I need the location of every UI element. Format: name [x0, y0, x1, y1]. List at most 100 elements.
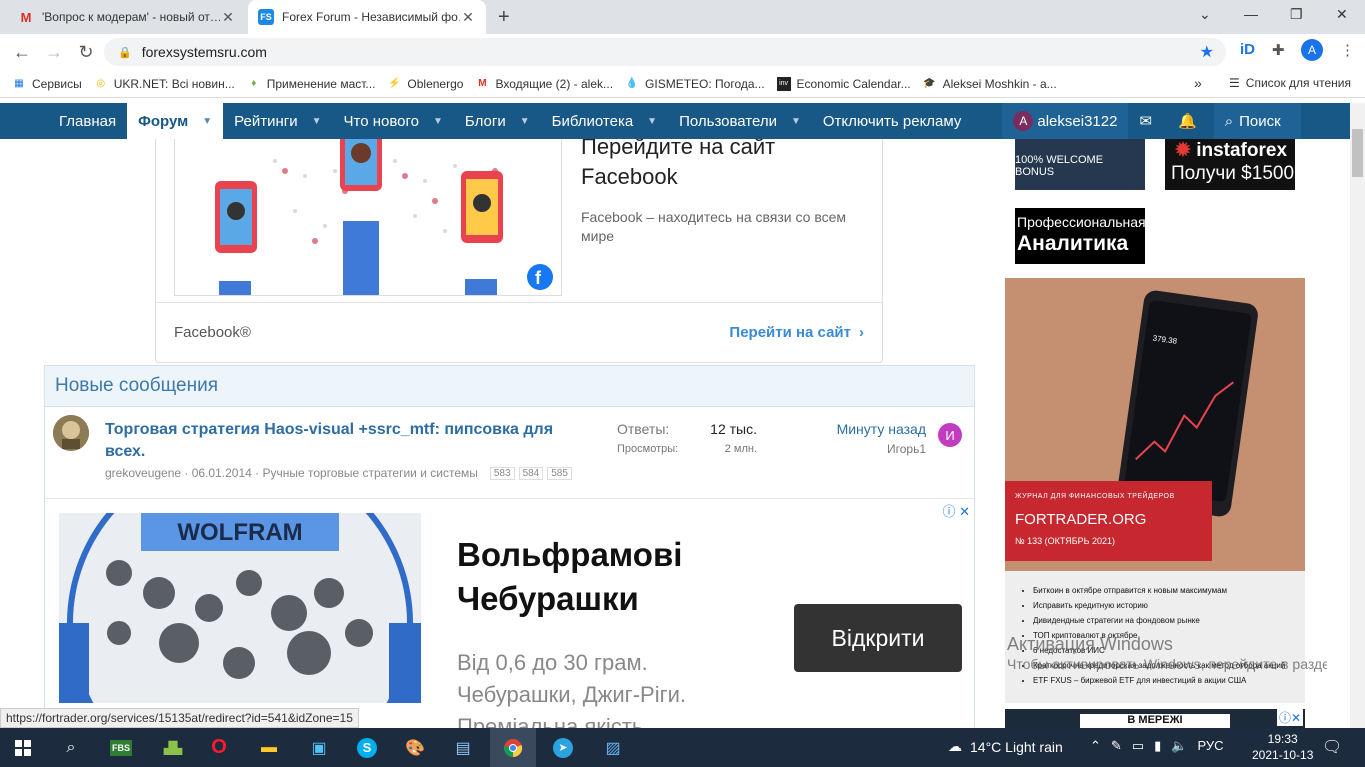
adchoices-icon[interactable]: ⓘ ✕ — [942, 501, 970, 520]
fbs-app-icon[interactable]: FBS — [98, 728, 144, 767]
bottom-right-ad[interactable]: В МЕРЕЖІ ⓘ✕ — [1005, 709, 1305, 728]
weather-widget[interactable]: ☁ 14°C Light rain — [948, 738, 1063, 755]
nav-home[interactable]: Главная — [48, 103, 127, 139]
bookmark-economic-calendar[interactable]: inv Economic Calendar... — [776, 76, 911, 91]
latest-time-link[interactable]: Минуту назад — [837, 419, 926, 439]
show-hidden-icons-icon[interactable]: ⌃ — [1090, 738, 1101, 754]
latest-user-avatar[interactable]: И — [938, 423, 962, 447]
scrollbar-thumb[interactable] — [1352, 129, 1363, 177]
menu-kebab-icon[interactable]: ⋮ — [1340, 41, 1355, 59]
opera-icon[interactable]: O — [196, 728, 242, 767]
taskbar-clock[interactable]: 19:33 2021-10-13 — [1252, 731, 1313, 763]
forward-button[interactable]: → — [38, 42, 70, 63]
bookmark-moshkin[interactable]: 🎓 Aleksei Moshkin - a... — [923, 77, 1056, 91]
thread-forum[interactable]: Ручные торговые стратегии и системы — [262, 466, 477, 480]
bookmarks-overflow-icon[interactable]: » — [1194, 75, 1202, 91]
start-button[interactable] — [0, 728, 46, 767]
new-tab-button[interactable]: + — [498, 6, 510, 29]
chevron-down-icon[interactable]: ▼ — [312, 116, 322, 127]
back-button[interactable]: ← — [6, 42, 38, 63]
analytics-banner[interactable]: Профессиональная Аналитика — [1015, 208, 1146, 264]
chevron-down-icon[interactable]: ▼ — [647, 116, 657, 127]
network-icon[interactable]: ▭ — [1132, 738, 1144, 754]
tab-gmail[interactable]: M 'Вопрос к модерам' - новый от… ✕ — [8, 0, 246, 34]
bookmark-gismeteo[interactable]: 💧 GISMETEO: Погода... — [625, 77, 765, 91]
language-indicator[interactable]: РУС — [1197, 738, 1223, 754]
welcome-bonus-banner[interactable]: 100% WELCOME BONUS — [1015, 139, 1145, 190]
nav-blogs[interactable]: Блоги ▼ — [454, 103, 541, 139]
thread-author[interactable]: grekoveugene — [105, 466, 181, 480]
control-panel-icon[interactable]: ▣ — [296, 728, 342, 767]
notifications-icon[interactable]: 🗨 — [1322, 737, 1342, 757]
profile-avatar[interactable]: A — [1301, 39, 1323, 61]
chevron-down-icon[interactable]: ▼ — [202, 116, 212, 127]
pen-icon[interactable]: ✎ — [1111, 738, 1122, 754]
page-content: f Перейдите на сайт Facebook Facebook – … — [0, 139, 1350, 728]
chevron-down-icon[interactable]: ▼ — [433, 116, 443, 127]
thread-title-link[interactable]: Торговая стратегия Haos-visual +ssrc_mtf… — [105, 419, 585, 463]
app-window-icon[interactable]: ▤ — [440, 728, 486, 767]
reload-button[interactable]: ↻ — [70, 42, 102, 63]
extension-id-icon[interactable]: iD — [1240, 41, 1255, 58]
page-link[interactable]: 585 — [547, 467, 572, 480]
wolfram-ad[interactable]: WOLFRAM Вольфрамові Чебурашки Від 0,6 до… — [45, 499, 974, 728]
thread-date[interactable]: 06.01.2014 — [192, 466, 252, 480]
nav-users[interactable]: Пользователи ▼ — [668, 103, 812, 139]
tab-search-icon[interactable]: ⌄ — [1199, 6, 1211, 23]
telegram-icon[interactable]: ➤ — [540, 728, 586, 767]
page-link[interactable]: 583 — [489, 467, 515, 480]
close-window-button[interactable]: ✕ — [1336, 6, 1348, 23]
bookmark-mastic[interactable]: ♦ Применение маст... — [247, 77, 375, 91]
address-bar[interactable]: 🔒 forexsystemsru.com ★ — [104, 38, 1226, 66]
tab-forex-forum[interactable]: FS Forex Forum - Независимый фо… ✕ — [248, 0, 486, 34]
nav-inbox[interactable]: ✉ — [1128, 103, 1163, 139]
nav-disable-ads[interactable]: Отключить рекламу — [812, 103, 972, 139]
close-tab-icon[interactable]: ✕ — [220, 9, 236, 26]
close-tab-icon[interactable]: ✕ — [460, 9, 476, 26]
wolfram-open-button[interactable]: Відкрити — [794, 604, 962, 672]
nav-ratings[interactable]: Рейтинги ▼ — [223, 103, 332, 139]
nav-user-account[interactable]: A aleksei3122 — [1002, 103, 1129, 139]
lock-icon[interactable]: 🔒 — [118, 46, 132, 59]
page-link[interactable]: 584 — [518, 467, 544, 480]
search-icon: ⌕ — [1224, 112, 1234, 130]
facebook-ad[interactable]: f Перейдите на сайт Facebook Facebook – … — [155, 139, 883, 363]
facebook-go-link[interactable]: Перейти на сайт › — [729, 324, 864, 341]
nav-whats-new[interactable]: Что нового ▼ — [333, 103, 454, 139]
wolfram-brand-text: WOLFRAM — [177, 519, 302, 546]
svg-text:f: f — [535, 268, 542, 288]
bookmark-gmail[interactable]: M Входящие (2) - alek... — [475, 77, 613, 91]
adchoices-icon[interactable]: ⓘ✕ — [1276, 709, 1303, 726]
chevron-down-icon[interactable]: ▼ — [520, 116, 530, 127]
latest-user-link[interactable]: Игорь1 — [837, 439, 926, 459]
nav-search[interactable]: ⌕ Поиск — [1213, 103, 1301, 139]
battery-icon[interactable]: ▮ — [1154, 738, 1161, 754]
file-explorer-icon[interactable]: ▬ — [246, 728, 292, 767]
bookmark-oblenergo[interactable]: ⚡ Oblenergo — [387, 77, 463, 91]
nav-alerts[interactable]: 🔔 — [1167, 103, 1208, 139]
metatrader-icon[interactable]: ▟▙ — [150, 728, 196, 767]
reading-list-button[interactable]: ☰ Список для чтения — [1229, 76, 1351, 90]
instaforex-banner[interactable]: ✹ instaforex Получи $1500 — [1165, 139, 1295, 190]
skype-icon[interactable]: S — [344, 728, 390, 767]
new-messages-heading[interactable]: Новые сообщения — [45, 366, 974, 407]
thread-author-avatar[interactable] — [53, 415, 89, 451]
bookmark-apps[interactable]: ▦ Сервисы — [12, 77, 81, 91]
photos-icon[interactable]: ▨ — [590, 728, 636, 767]
bookmark-ukrnet[interactable]: ◎ UKR.NET: Всі новин... — [94, 77, 234, 91]
maximize-button[interactable]: ❐ — [1290, 6, 1303, 23]
nav-forum[interactable]: Форум ▼ — [127, 103, 224, 139]
paint-icon[interactable]: 🎨 — [392, 728, 438, 767]
nav-library[interactable]: Библиотека ▼ — [541, 103, 668, 139]
fortrader-magazine-ad[interactable]: 379.38 ЖУРНАЛ ДЛЯ ФИНАНСОВЫХ ТРЕЙДЕРОВ F… — [1005, 278, 1305, 703]
thread-row: Торговая стратегия Haos-visual +ssrc_mtf… — [45, 407, 974, 499]
chevron-down-icon[interactable]: ▼ — [791, 116, 801, 127]
extensions-puzzle-icon[interactable]: ✚ — [1272, 41, 1285, 59]
bookmark-star-icon[interactable]: ★ — [1200, 42, 1214, 62]
taskbar-search-icon[interactable]: ⌕ — [48, 728, 94, 767]
volume-icon[interactable]: 🔈 — [1171, 738, 1187, 754]
page-scrollbar[interactable] — [1350, 103, 1365, 728]
browser-window: M 'Вопрос к модерам' - новый от… ✕ FS Fo… — [0, 0, 1365, 767]
minimize-button[interactable]: — — [1244, 6, 1258, 22]
chrome-icon[interactable] — [490, 728, 536, 767]
